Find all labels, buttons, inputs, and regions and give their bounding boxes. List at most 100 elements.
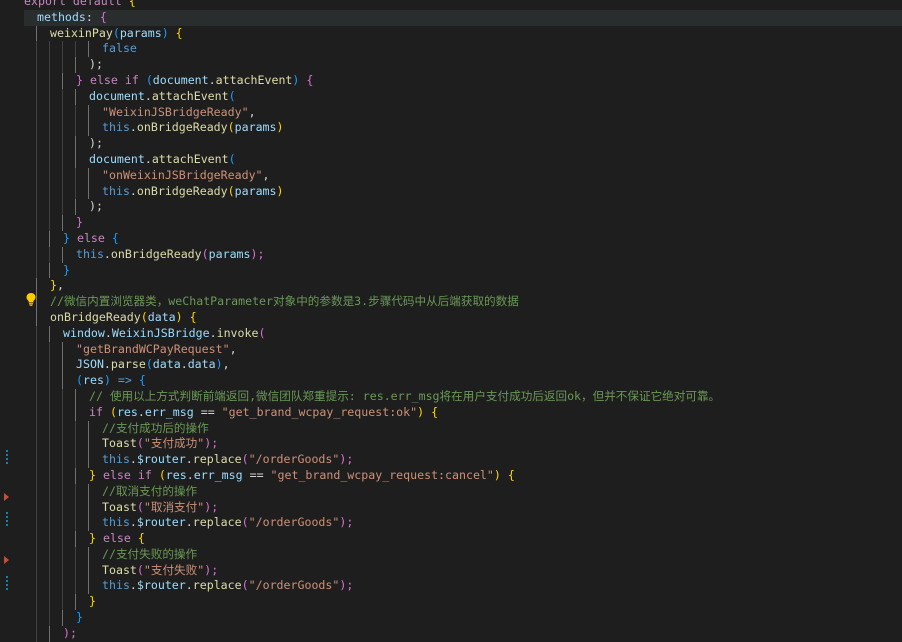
indent-guide	[62, 183, 63, 200]
code-text: }	[76, 610, 83, 626]
code-line[interactable]: JSON.parse(data.data),	[24, 357, 902, 374]
code-token: this	[102, 452, 130, 467]
code-area[interactable]: export default {methods: {weixinPay(para…	[24, 0, 902, 642]
code-line[interactable]: Toast("支付成功");	[24, 436, 902, 453]
code-token: )	[276, 183, 284, 198]
code-line[interactable]: // 使用以上方式判断前端返回,微信团队郑重提示: res.err_msg将在用…	[24, 388, 902, 405]
code-line[interactable]: if (res.err_msg == "get_brand_wcpay_requ…	[24, 404, 902, 421]
code-token: .	[208, 72, 216, 87]
code-line[interactable]: //支付失败的操作	[24, 546, 902, 563]
code-text: document.attachEvent(	[89, 89, 236, 105]
code-token: .	[185, 452, 193, 467]
code-token: methods	[37, 9, 86, 24]
indent-guide	[49, 120, 50, 137]
code-line[interactable]: this.$router.replace("/orderGoods");	[24, 578, 902, 595]
code-line[interactable]: "WeixinJSBridgeReady",	[24, 104, 902, 121]
code-token: }	[76, 215, 83, 230]
code-line[interactable]: weixinPay(params) {	[24, 25, 902, 42]
code-editor[interactable]: export default {methods: {weixinPay(para…	[0, 0, 902, 642]
gutter-deleted-marker[interactable]	[4, 556, 9, 564]
indent-guide	[62, 136, 63, 152]
indent-guide	[49, 594, 50, 611]
code-line[interactable]: } else {	[24, 230, 902, 247]
code-token: {	[138, 373, 146, 388]
gutter-modified-marker[interactable]	[6, 576, 8, 592]
indent-guide	[88, 452, 89, 468]
code-token: "get_brand_wcpay_request:cancel"	[270, 467, 494, 482]
code-line[interactable]: }	[24, 262, 902, 279]
code-token: // 使用以上方式判断前端返回,微信团队郑重提示: res.err_msg将在用…	[89, 388, 721, 403]
indent-guide	[49, 246, 50, 263]
code-line[interactable]: //微信内置浏览器类，weChatParameter对象中的参数是3.步骤代码中…	[24, 294, 902, 310]
indent-guide	[49, 57, 50, 73]
code-token: replace	[192, 452, 242, 467]
indent-guide	[75, 404, 76, 421]
indent-guide	[75, 562, 76, 579]
code-text: //微信内置浏览器类，weChatParameter对象中的参数是3.步骤代码中…	[50, 294, 519, 310]
indent-guide	[75, 57, 76, 73]
code-line[interactable]: }	[24, 215, 902, 231]
indent-guide	[49, 151, 50, 168]
indent-guide	[75, 41, 76, 58]
code-line[interactable]: }	[24, 594, 902, 611]
code-token: .	[180, 357, 188, 372]
code-line[interactable]: );	[24, 136, 902, 152]
code-line[interactable]: },	[24, 278, 902, 295]
code-token: else	[102, 531, 138, 546]
code-line[interactable]: this.$router.replace("/orderGoods");	[24, 515, 902, 532]
code-line[interactable]: );	[24, 625, 902, 642]
indent-guide	[36, 610, 37, 626]
code-line[interactable]: export default {	[24, 0, 902, 10]
gutter-modified-marker[interactable]	[6, 450, 8, 466]
code-token: attachEvent	[151, 151, 229, 166]
code-token: .	[129, 515, 137, 530]
code-line[interactable]: false	[24, 41, 902, 58]
code-line[interactable]: this.onBridgeReady(params)	[24, 120, 902, 137]
code-line[interactable]: onBridgeReady(data) {	[24, 309, 902, 326]
indent-guide	[75, 467, 76, 484]
code-line[interactable]: document.attachEvent(	[24, 88, 902, 105]
code-line[interactable]: );	[24, 57, 902, 73]
code-line[interactable]: window.WeixinJSBridge.invoke(	[24, 325, 902, 342]
code-line[interactable]: this.onBridgeReady(params);	[24, 246, 902, 263]
indent-guide	[62, 610, 63, 626]
code-line[interactable]: //支付成功后的操作	[24, 420, 902, 437]
code-line[interactable]: Toast("支付失败");	[24, 562, 902, 579]
code-line[interactable]: }	[24, 610, 902, 626]
code-text: this.$router.replace("/orderGoods");	[102, 515, 353, 531]
code-line[interactable]: } else if (document.attachEvent) {	[24, 72, 902, 89]
code-line[interactable]: } else {	[24, 531, 902, 547]
code-token: )	[493, 467, 508, 482]
code-line[interactable]: } else if (res.err_msg == "get_brand_wcp…	[24, 467, 902, 484]
code-token: .	[103, 246, 111, 261]
code-token: document	[152, 72, 209, 87]
indent-guide	[75, 167, 76, 184]
code-token: {	[431, 404, 439, 419]
indent-guide	[36, 25, 37, 42]
code-line[interactable]: document.attachEvent(	[24, 151, 902, 168]
code-line[interactable]: "onWeixinJSBridgeReady",	[24, 167, 902, 184]
gutter-modified-marker[interactable]	[6, 512, 8, 528]
code-line[interactable]: this.onBridgeReady(params)	[24, 183, 902, 200]
code-text: //取消支付的操作	[102, 484, 197, 500]
code-text: Toast("支付成功");	[102, 436, 218, 452]
indent-guide	[62, 404, 63, 421]
code-line[interactable]: "getBrandWCPayRequest",	[24, 341, 902, 358]
code-line[interactable]: this.$router.replace("/orderGoods");	[24, 452, 902, 468]
indent-guide	[36, 120, 37, 137]
indent-guide	[49, 88, 50, 105]
code-token: .	[104, 325, 112, 340]
gutter-deleted-marker[interactable]	[4, 493, 9, 501]
code-line[interactable]: //取消支付的操作	[24, 483, 902, 500]
code-text: } else if (res.err_msg == "get_brand_wcp…	[89, 468, 515, 484]
indent-guide	[62, 120, 63, 137]
code-line[interactable]: (res) => {	[24, 373, 902, 389]
code-token: .	[129, 183, 137, 198]
indent-guide	[49, 578, 50, 595]
code-token: .	[185, 578, 193, 593]
code-line[interactable]: methods: {	[24, 9, 902, 26]
code-token: }	[76, 72, 90, 87]
code-line[interactable]: );	[24, 199, 902, 216]
code-line[interactable]: Toast("取消支付");	[24, 499, 902, 516]
indent-guide	[49, 183, 50, 200]
